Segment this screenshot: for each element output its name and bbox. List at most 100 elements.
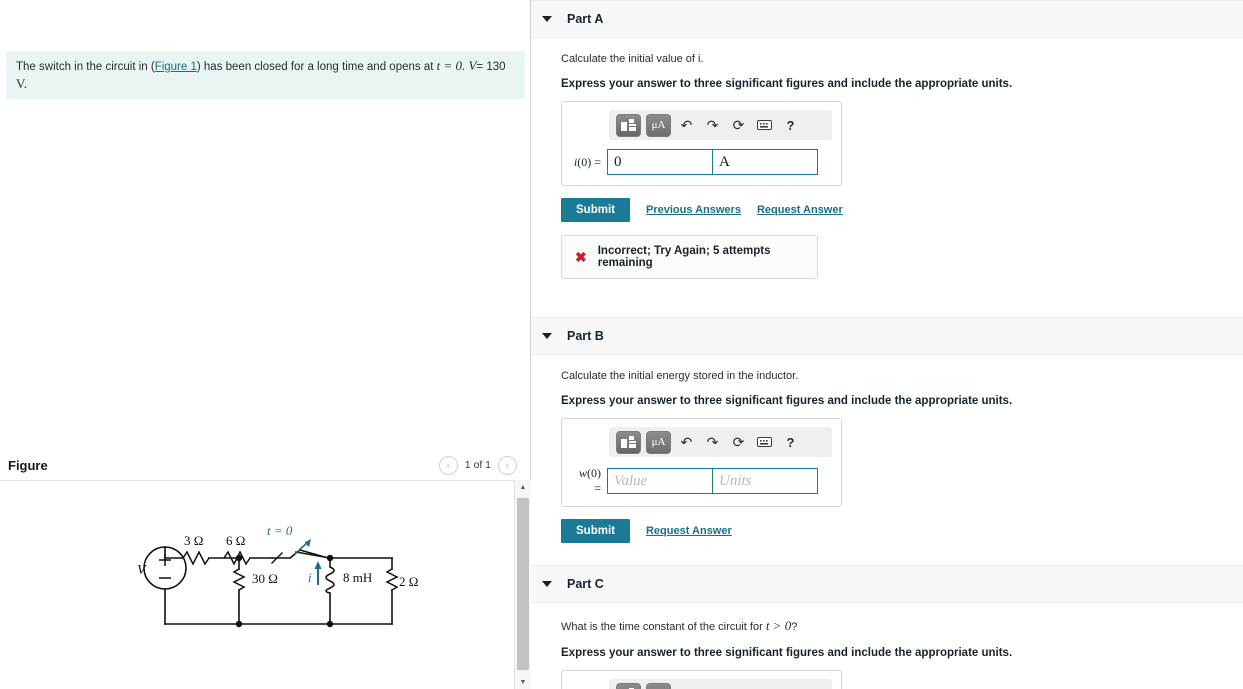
figure-header: Figure ‹ 1 of 1 › bbox=[0, 450, 531, 480]
reset-icon[interactable]: ⟳ bbox=[728, 683, 749, 689]
reset-icon[interactable]: ⟳ bbox=[728, 114, 749, 136]
part-a-value-input[interactable] bbox=[607, 149, 713, 175]
figure-body: 3 Ω 6 Ω 30 Ω 2 Ω 8 mH V i t = 0 bbox=[0, 480, 531, 689]
units-icon[interactable]: μA bbox=[646, 113, 671, 137]
scrollbar-thumb[interactable] bbox=[517, 498, 529, 670]
error-icon: ✖ bbox=[575, 249, 587, 265]
part-b-value-input[interactable] bbox=[607, 468, 713, 494]
part-a-label-eq: = bbox=[594, 154, 601, 169]
right-panel: Part A Calculate the initial value of i.… bbox=[531, 0, 1243, 689]
page-root: The switch in the circuit in (Figure 1) … bbox=[0, 0, 1243, 689]
problem-text-before: The switch in the circuit in ( bbox=[16, 61, 155, 73]
figure-title: Figure bbox=[8, 457, 48, 473]
part-a-instruction: Express your answer to three significant… bbox=[561, 78, 1013, 90]
problem-statement: The switch in the circuit in (Figure 1) … bbox=[6, 51, 525, 100]
redo-icon[interactable]: ↷ bbox=[702, 683, 723, 689]
keyboard-icon[interactable] bbox=[754, 431, 775, 453]
part-a-title: Part A bbox=[567, 12, 604, 26]
problem-t-equation: t = 0. bbox=[436, 58, 466, 73]
figure-next-button[interactable]: › bbox=[498, 455, 517, 475]
part-a-answer-label: i(0) = bbox=[571, 155, 607, 170]
part-b-title: Part B bbox=[567, 329, 604, 343]
part-a-submit-button[interactable]: Submit bbox=[561, 198, 630, 222]
part-b-body: Calculate the initial energy stored in t… bbox=[531, 355, 1243, 543]
units-icon[interactable]: μA bbox=[646, 430, 671, 454]
part-c-answer-box: μA ↶ ↷ ⟳ ? τ= bbox=[561, 670, 842, 689]
undo-icon[interactable]: ↶ bbox=[676, 114, 697, 136]
part-b-answer-row: w(0) = bbox=[571, 466, 832, 496]
template-icon[interactable] bbox=[616, 113, 641, 137]
part-c-question-math: t > 0 bbox=[765, 618, 792, 633]
scroll-up-arrow-icon[interactable]: ▲ bbox=[515, 480, 531, 494]
figure-prev-button[interactable]: ‹ bbox=[438, 455, 458, 475]
part-b-instruction: Express your answer to three significant… bbox=[561, 395, 1013, 407]
part-b-toolbar: μA ↶ ↷ ⟳ ? bbox=[609, 427, 832, 457]
chevron-down-icon[interactable] bbox=[542, 16, 552, 22]
figure-pager: ‹ 1 of 1 › bbox=[438, 455, 517, 475]
voltage-source-label: V bbox=[137, 563, 147, 578]
inductor-label: 8 mH bbox=[343, 570, 372, 585]
part-b-units-input[interactable] bbox=[712, 468, 818, 494]
part-a-body: Calculate the initial value of i. Expres… bbox=[531, 38, 1243, 279]
part-a-answer-row: i(0) = bbox=[571, 149, 832, 175]
keyboard-icon[interactable] bbox=[754, 114, 775, 136]
template-icon[interactable] bbox=[616, 430, 641, 454]
circuit-diagram: 3 Ω 6 Ω 30 Ω 2 Ω 8 mH V i t = 0 bbox=[0, 481, 505, 689]
part-c-toolbar: μA ↶ ↷ ⟳ ? bbox=[609, 679, 832, 689]
chevron-down-icon[interactable] bbox=[542, 333, 552, 339]
keyboard-icon[interactable] bbox=[754, 683, 775, 689]
help-icon[interactable]: ? bbox=[780, 431, 801, 453]
part-b-request-answer-link[interactable]: Request Answer bbox=[646, 525, 732, 537]
redo-icon[interactable]: ↷ bbox=[702, 114, 723, 136]
part-b-label-eq: = bbox=[594, 481, 601, 495]
part-a-feedback: ✖ Incorrect; Try Again; 5 attempts remai… bbox=[561, 235, 818, 279]
units-icon-label: μA bbox=[651, 119, 666, 131]
redo-icon[interactable]: ↷ bbox=[702, 431, 723, 453]
figure-1-link[interactable]: Figure 1 bbox=[155, 61, 197, 73]
undo-icon[interactable]: ↶ bbox=[676, 683, 697, 689]
help-icon[interactable]: ? bbox=[780, 683, 801, 689]
part-a-question: Calculate the initial value of i. bbox=[561, 53, 1243, 65]
chevron-down-icon[interactable] bbox=[542, 581, 552, 587]
part-a-header[interactable]: Part A bbox=[531, 0, 1243, 38]
part-c-question: What is the time constant of the circuit… bbox=[561, 618, 1243, 634]
part-b-label-symbol: w bbox=[578, 466, 587, 480]
part-a-units-input[interactable] bbox=[712, 149, 818, 175]
part-a-toolbar: μA ↶ ↷ ⟳ ? bbox=[609, 110, 832, 140]
part-b-question: Calculate the initial energy stored in t… bbox=[561, 370, 799, 382]
part-b-submit-button[interactable]: Submit bbox=[561, 519, 630, 543]
scroll-down-arrow-icon[interactable]: ▼ bbox=[515, 675, 531, 689]
figure-page-label: 1 of 1 bbox=[464, 459, 491, 471]
part-b-header[interactable]: Part B bbox=[531, 317, 1243, 355]
part-b-answer-label: w(0) = bbox=[571, 466, 607, 496]
units-icon[interactable]: μA bbox=[646, 682, 671, 689]
reset-icon[interactable]: ⟳ bbox=[728, 431, 749, 453]
problem-text-after: ) has been closed for a long time and op… bbox=[196, 61, 437, 73]
undo-icon[interactable]: ↶ bbox=[676, 431, 697, 453]
part-a-previous-answers-link[interactable]: Previous Answers bbox=[646, 204, 741, 216]
current-label: i bbox=[308, 571, 312, 585]
part-b-actions: Submit Request Answer bbox=[561, 519, 1243, 543]
part-c-header[interactable]: Part C bbox=[531, 565, 1243, 603]
left-panel: The switch in the circuit in (Figure 1) … bbox=[0, 0, 531, 689]
part-c-body: What is the time constant of the circuit… bbox=[531, 603, 1243, 689]
template-icon[interactable] bbox=[616, 682, 641, 689]
part-a-actions: Submit Previous Answers Request Answer bbox=[561, 198, 1243, 222]
part-a-label-arg: (0) bbox=[577, 154, 592, 169]
part-a-answer-box: μA ↶ ↷ ⟳ ? i(0) = bbox=[561, 101, 842, 186]
part-a-question-text: Calculate the initial value of i. bbox=[561, 53, 704, 65]
units-icon-label: μA bbox=[651, 436, 666, 448]
help-icon[interactable]: ? bbox=[780, 114, 801, 136]
part-b-answer-box: μA ↶ ↷ ⟳ ? w(0) = bbox=[561, 418, 842, 507]
part-a-request-answer-link[interactable]: Request Answer bbox=[757, 204, 843, 216]
resistor-2-ohm-label: 2 Ω bbox=[399, 574, 418, 589]
switch-time-label: t = 0 bbox=[267, 523, 293, 538]
part-c-question-pre: What is the time constant of the circuit… bbox=[561, 621, 766, 633]
problem-v-value: = 130 bbox=[476, 61, 506, 73]
part-c-title: Part C bbox=[567, 577, 604, 591]
part-c-question-post: ? bbox=[791, 621, 798, 633]
circuit-svg: 3 Ω 6 Ω 30 Ω 2 Ω 8 mH V i t = 0 bbox=[137, 523, 418, 628]
part-b-label-arg: (0) bbox=[587, 466, 601, 480]
resistor-30-ohm-label: 30 Ω bbox=[252, 571, 278, 586]
figure-scrollbar[interactable]: ▲ ▼ bbox=[514, 480, 531, 689]
